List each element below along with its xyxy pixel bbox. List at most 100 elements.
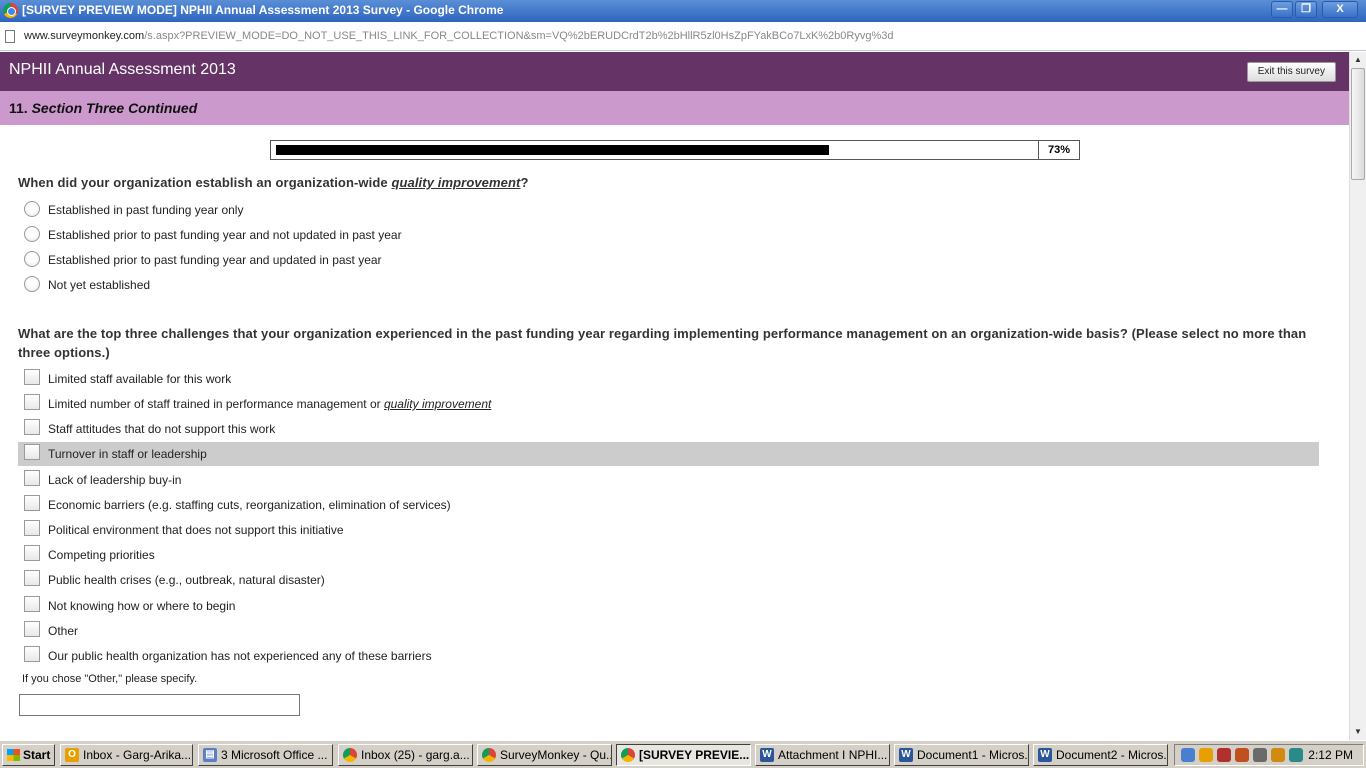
option-label: Limited staff available for this work [48, 372, 232, 386]
checkbox[interactable] [24, 646, 40, 662]
address-bar[interactable]: www.surveymonkey.com/s.aspx?PREVIEW_MODE… [0, 22, 1366, 51]
chrome-icon [343, 748, 357, 762]
word-icon: W [1038, 748, 1052, 762]
flower-icon[interactable] [1271, 748, 1285, 762]
progress-percent: 73% [1047, 144, 1071, 156]
task-word-document1[interactable]: W Document1 - Micros... [894, 744, 1029, 766]
scroll-up-icon[interactable]: ▲ [1350, 52, 1366, 68]
checkbox[interactable] [24, 570, 40, 586]
checkbox[interactable] [24, 596, 40, 612]
exit-survey-button[interactable]: Exit this survey [1246, 62, 1336, 82]
task-word-attachment[interactable]: W Attachment I NPHI... [755, 744, 890, 766]
option-label: Competing priorities [48, 548, 155, 562]
task-label: 3 Microsoft Office ... [221, 748, 328, 762]
checkbox[interactable] [24, 520, 40, 536]
word-icon: W [760, 748, 774, 762]
display-icon[interactable] [1289, 748, 1303, 762]
task-chrome-surveymonkey[interactable]: SurveyMonkey - Qu... [477, 744, 612, 766]
task-outlook-inbox[interactable]: O Inbox - Garg-Arika... [60, 744, 193, 766]
checkbox[interactable] [24, 369, 40, 385]
checkbox-option[interactable]: Competing priorities [18, 543, 1319, 567]
task-label: Document2 - Micros... [1056, 748, 1168, 762]
option-label: Staff attitudes that do not support this… [48, 422, 276, 436]
section-bar: 11. Section Three Continued [0, 91, 1349, 125]
radio-button[interactable] [24, 276, 40, 292]
task-label: [SURVEY PREVIE... [639, 748, 750, 762]
chrome-icon [482, 748, 496, 762]
question-quality-improvement: When did your organization establish an … [18, 173, 1328, 192]
page-icon [5, 30, 15, 43]
vertical-scrollbar[interactable]: ▲ ▼ [1349, 52, 1366, 740]
shield-icon[interactable] [1217, 748, 1231, 762]
checkbox-option[interactable]: Lack of leadership buy-in [18, 468, 1319, 492]
checkbox[interactable] [24, 419, 40, 435]
checkbox-option[interactable]: Staff attitudes that do not support this… [18, 417, 1319, 441]
radio-option[interactable]: Not yet established [18, 273, 1319, 297]
network-icon[interactable] [1181, 748, 1195, 762]
checkbox-option[interactable]: Not knowing how or where to begin [18, 594, 1319, 618]
office-icon: ▤ [203, 748, 217, 762]
section-title: 11. Section Three Continued [9, 100, 197, 116]
radio-option[interactable]: Established in past funding year only [18, 198, 1319, 222]
checkbox-option[interactable]: Our public health organization has not e… [18, 644, 1319, 668]
option-label: Not knowing how or where to begin [48, 599, 236, 613]
radio-button[interactable] [24, 251, 40, 267]
option-label: Public health crises (e.g., outbreak, na… [48, 573, 325, 587]
start-button[interactable]: Start [2, 744, 55, 766]
task-chrome-survey-preview[interactable]: [SURVEY PREVIE... [616, 744, 751, 766]
radio-button[interactable] [24, 226, 40, 242]
survey-title: NPHII Annual Assessment 2013 [9, 61, 236, 78]
radio-option[interactable]: Established prior to past funding year a… [18, 248, 1319, 272]
option-label: Not yet established [48, 278, 151, 292]
checkbox[interactable] [24, 444, 40, 460]
other-specify-label: If you chose "Other," please specify. [22, 673, 198, 685]
section-name: Section Three Continued [31, 100, 198, 116]
option-label: Political environment that does not supp… [48, 523, 344, 537]
task-label: Document1 - Micros... [917, 748, 1029, 762]
word-icon: W [899, 748, 913, 762]
volume-icon[interactable] [1253, 748, 1267, 762]
scroll-down-icon[interactable]: ▼ [1350, 724, 1366, 740]
option-label: Established prior to past funding year a… [48, 228, 402, 242]
option-label: Economic barriers (e.g. staffing cuts, r… [48, 498, 451, 512]
checkbox[interactable] [24, 621, 40, 637]
maximize-button[interactable]: ❐ [1295, 1, 1317, 18]
url-host: www.surveymonkey.com [24, 30, 145, 42]
checkbox-option[interactable]: Economic barriers (e.g. staffing cuts, r… [18, 493, 1319, 517]
checkbox[interactable] [24, 394, 40, 410]
checkbox-option[interactable]: Other [18, 619, 1319, 643]
outlook-tray-icon[interactable] [1199, 748, 1213, 762]
checkbox[interactable] [24, 470, 40, 486]
url-text[interactable]: www.surveymonkey.com/s.aspx?PREVIEW_MODE… [24, 30, 894, 42]
other-specify-input[interactable] [19, 694, 300, 716]
task-chrome-inbox[interactable]: Inbox (25) - garg.a... [338, 744, 473, 766]
option-label: Established in past funding year only [48, 203, 244, 217]
option-label: Lack of leadership buy-in [48, 473, 182, 487]
checkbox-option[interactable]: Limited number of staff trained in perfo… [18, 392, 1319, 416]
task-microsoft-office[interactable]: ▤ 3 Microsoft Office ... [198, 744, 333, 766]
radio-button[interactable] [24, 201, 40, 217]
taskbar: Start O Inbox - Garg-Arika... ▤ 3 Microsof… [0, 740, 1366, 768]
scrollbar-thumb[interactable] [1351, 68, 1365, 180]
checkbox-option[interactable]: Limited staff available for this work [18, 367, 1319, 391]
checkbox-option[interactable]: Public health crises (e.g., outbreak, na… [18, 568, 1319, 592]
checkbox[interactable] [24, 495, 40, 511]
option-label: Established prior to past funding year a… [48, 253, 382, 267]
task-label: SurveyMonkey - Qu... [500, 748, 612, 762]
task-label: Inbox - Garg-Arika... [83, 748, 192, 762]
radio-option[interactable]: Established prior to past funding year a… [18, 223, 1319, 247]
progress-track [271, 141, 1039, 159]
minimize-button[interactable]: — [1271, 1, 1293, 18]
outlook-icon: O [65, 748, 79, 762]
task-word-document2[interactable]: W Document2 - Micros... [1033, 744, 1168, 766]
question-text: When did your organization establish an … [18, 175, 392, 190]
page-content: NPHII Annual Assessment 2013 Exit this s… [0, 52, 1349, 740]
checkbox-option-hovered[interactable]: Turnover in staff or leadership [18, 442, 1319, 466]
option-label: Other [48, 624, 79, 638]
close-button[interactable]: X [1322, 1, 1358, 18]
checkbox[interactable] [24, 545, 40, 561]
speaker-icon[interactable] [1235, 748, 1249, 762]
checkbox-option[interactable]: Political environment that does not supp… [18, 518, 1319, 542]
question-text-end: ? [520, 175, 529, 190]
window-titlebar: [SURVEY PREVIEW MODE] NPHII Annual Asses… [0, 0, 1366, 22]
